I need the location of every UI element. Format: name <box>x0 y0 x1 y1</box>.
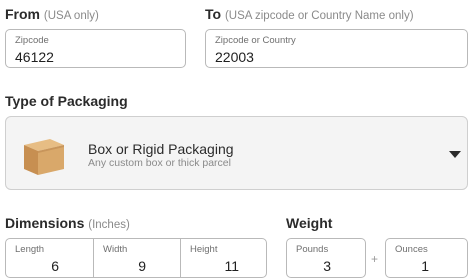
dimensions-group: Length 6 Width 9 Height 11 <box>5 238 267 278</box>
from-heading: From (USA only) <box>5 6 99 22</box>
length-value[interactable]: 6 <box>51 258 59 274</box>
pounds-field[interactable]: Pounds 3 <box>286 238 366 278</box>
height-label: Height <box>190 244 218 255</box>
packaging-title: Box or Rigid Packaging <box>88 141 234 157</box>
length-field[interactable]: Length 6 <box>6 239 93 277</box>
chevron-down-icon[interactable] <box>449 151 461 158</box>
from-zipcode-value[interactable]: 46122 <box>15 49 54 65</box>
ounces-value[interactable]: 1 <box>421 258 429 274</box>
length-label: Length <box>15 244 45 255</box>
pounds-value[interactable]: 3 <box>323 258 331 274</box>
height-value[interactable]: 11 <box>224 258 239 274</box>
weight-heading: Weight <box>286 215 333 231</box>
to-zipcode-value[interactable]: 22003 <box>215 49 254 65</box>
height-field[interactable]: Height 11 <box>180 239 266 277</box>
from-label: From <box>5 6 40 22</box>
width-label: Width <box>103 244 128 255</box>
cardboard-box-icon <box>24 139 64 175</box>
ounces-field[interactable]: Ounces 1 <box>385 238 468 278</box>
to-label: To <box>205 6 222 22</box>
packaging-heading: Type of Packaging <box>5 93 128 109</box>
width-value[interactable]: 9 <box>138 258 146 274</box>
to-hint: (USA zipcode or Country Name only) <box>224 10 414 22</box>
to-heading: To (USA zipcode or Country Name only) <box>205 6 414 22</box>
pounds-label: Pounds <box>296 244 329 255</box>
packaging-subtitle: Any custom box or thick parcel <box>88 157 231 169</box>
from-zipcode-field[interactable]: Zipcode 46122 <box>5 29 186 68</box>
dimensions-hint: (Inches) <box>88 219 130 231</box>
dimensions-heading: Dimensions (Inches) <box>5 215 130 231</box>
ounces-label: Ounces <box>395 244 428 255</box>
plus-icon: + <box>371 252 379 266</box>
from-zipcode-label: Zipcode <box>15 35 49 46</box>
to-zipcode-field[interactable]: Zipcode or Country 22003 <box>205 29 468 68</box>
packaging-select[interactable]: Box or Rigid Packaging Any custom box or… <box>5 116 468 190</box>
width-field[interactable]: Width 9 <box>93 239 180 277</box>
to-zipcode-label: Zipcode or Country <box>215 35 296 46</box>
from-hint: (USA only) <box>43 10 99 22</box>
dimensions-label: Dimensions <box>5 215 85 231</box>
